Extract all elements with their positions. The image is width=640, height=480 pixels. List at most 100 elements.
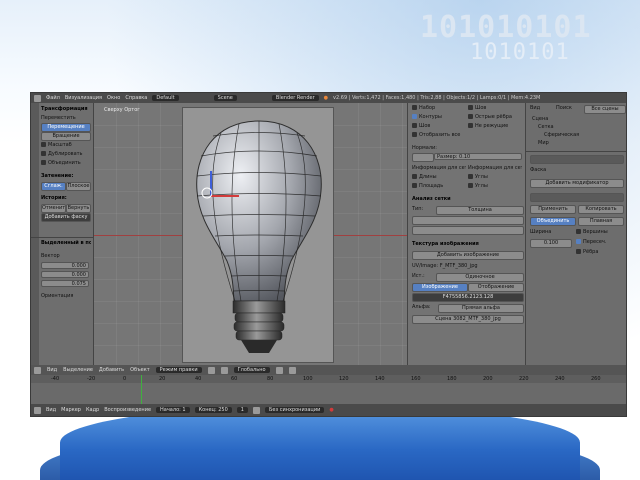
texture-header[interactable]: Текстура изображения [412, 241, 522, 248]
duplicate-row[interactable]: Дублировать [41, 151, 91, 158]
renderer-select[interactable]: Blender Render [271, 95, 319, 101]
outliner-display-select[interactable]: Все сцены [584, 105, 626, 114]
mode-select[interactable]: Плавная [578, 217, 624, 226]
source-select[interactable]: Одиночное [436, 273, 524, 282]
check-row-r3[interactable]: Не режущие [468, 123, 524, 130]
menu-window[interactable]: Окно [107, 95, 120, 101]
layout-select[interactable]: Default [152, 95, 179, 101]
z-value-field[interactable]: 0.075 [41, 280, 89, 287]
menu-file[interactable]: Файл [46, 95, 60, 101]
check-row-2[interactable]: Контуры [412, 114, 464, 121]
analysis-range-slider[interactable] [412, 216, 524, 225]
last-operator-header[interactable]: Выделенный в порядке [41, 240, 91, 247]
menu-select[interactable]: Выделение [63, 367, 93, 373]
width-field[interactable]: 0.100 [530, 239, 572, 248]
lengths-check[interactable]: Длины [412, 174, 464, 181]
check-row-1[interactable]: Набор [412, 105, 464, 112]
tree-world[interactable]: Мир [538, 140, 622, 147]
current-frame-indicator[interactable] [141, 375, 142, 404]
end-frame-field[interactable]: Конец: 250 [194, 407, 232, 413]
tree-sphere[interactable]: Сферическая [544, 132, 622, 139]
edges-option[interactable]: Рёбра [576, 249, 622, 256]
timeline-tick-label: 260 [591, 376, 601, 382]
file-path-field[interactable]: Сцена 3082_MTF_380_jpg [412, 315, 524, 324]
menu-help[interactable]: Справка [125, 95, 147, 101]
tool-translate-button[interactable]: Перемещение [41, 123, 91, 132]
outliner-view-menu[interactable]: Вид [530, 105, 554, 112]
menu-render[interactable]: Визуализация [65, 95, 102, 101]
properties-tabs[interactable] [530, 155, 624, 164]
mapping-tab[interactable]: Отображение [468, 283, 524, 292]
tl-menu-view[interactable]: Вид [46, 407, 56, 413]
add-image-button[interactable]: Добавить изображение [412, 251, 524, 260]
undo-button[interactable]: Отменить [41, 204, 66, 213]
start-frame-field[interactable]: Начало: 1 [156, 407, 190, 413]
add-bevel-button[interactable]: Добавить фаску [41, 213, 91, 222]
tool-shelf-tabs[interactable] [31, 103, 39, 365]
angles-check-2[interactable]: Углы [468, 183, 520, 190]
y-value-field[interactable]: 0.000 [41, 271, 89, 278]
flat-button[interactable]: Плоское [66, 182, 91, 191]
timeline-tick-label: -20 [87, 376, 96, 382]
redo-button[interactable]: Вернуть [66, 204, 91, 213]
timeline-editor-icon[interactable] [34, 406, 41, 414]
check-row-r2[interactable]: Острые рёбра [468, 114, 524, 121]
timeline[interactable]: -40 -20 0 20 40 60 80 100 120 140 160 180 200 220 240 2… [31, 375, 626, 404]
tl-menu-frame[interactable]: Кадр [86, 407, 99, 413]
mode-select-edit[interactable]: Режим правки [155, 367, 202, 373]
area-check[interactable]: Площадь [412, 183, 464, 190]
tl-menu-playback[interactable]: Воспроизведение [104, 407, 151, 413]
scale-checkbox-icon [41, 142, 46, 147]
outliner-search-menu[interactable]: Поиск [556, 105, 580, 112]
file-field[interactable]: F4755856.2123.128 [412, 293, 524, 302]
lightbulb-mesh[interactable] [189, 111, 329, 361]
normal-vertex-button[interactable] [412, 153, 434, 162]
vector-label: Вектор [41, 253, 60, 259]
editor-type-icon[interactable] [34, 94, 41, 102]
orientation-select[interactable]: Глобально [233, 367, 270, 373]
menu-object[interactable]: Объект [130, 367, 150, 373]
tree-scene[interactable]: Сцена [532, 116, 622, 123]
mesh-analysis-header[interactable]: Анализ сетки [412, 196, 522, 203]
smooth-button[interactable]: Сглаж. [41, 182, 66, 191]
scale-row[interactable]: Масштаб [41, 142, 91, 149]
modifier-header[interactable] [530, 193, 624, 202]
apply-button[interactable]: Применить [530, 205, 576, 214]
snap-icon[interactable] [275, 366, 283, 374]
play-icon[interactable] [252, 406, 260, 414]
menu-view[interactable]: Вид [47, 367, 57, 373]
copy-button[interactable]: Копировать [578, 205, 624, 214]
angles-check[interactable]: Углы [468, 174, 520, 181]
menu-add[interactable]: Добавить [99, 367, 124, 373]
tl-menu-marker[interactable]: Маркер [61, 407, 81, 413]
scene-select[interactable]: Scene [213, 95, 237, 101]
current-frame-field[interactable]: 1 [236, 407, 248, 413]
type-select[interactable]: Толщина [436, 206, 524, 215]
analysis-samples-slider[interactable] [412, 226, 524, 235]
check-row-r1[interactable]: Шов [468, 105, 524, 112]
sync-select[interactable]: Без синхронизации [264, 407, 325, 413]
check-row-4[interactable]: Отобразить все [412, 132, 464, 139]
transform-header[interactable]: Трансформация [41, 106, 91, 113]
normal-size-field[interactable]: Размер: 0.10 [434, 153, 522, 160]
record-icon[interactable]: ● [329, 407, 333, 413]
alpha-select[interactable]: Прямая альфа [438, 304, 524, 313]
vertices-option[interactable]: Вершины [576, 229, 622, 236]
check-row-3[interactable]: Шов [412, 123, 464, 130]
tool-rotate-button[interactable]: Вращение [41, 132, 91, 141]
view-editor-icon[interactable] [34, 366, 41, 374]
pivot-icon[interactable] [220, 366, 228, 374]
x-value-field[interactable]: 0.000 [41, 262, 89, 269]
timeline-tick-label: 160 [411, 376, 421, 382]
layers-icon[interactable] [288, 366, 296, 374]
add-modifier-select[interactable]: Добавить модификатор [530, 179, 624, 188]
image-tab[interactable]: Изображение [412, 283, 468, 292]
tree-mesh[interactable]: Сетка [538, 124, 622, 131]
join-row[interactable]: Объединить [41, 160, 91, 167]
timeline-tick-label: 40 [195, 376, 202, 382]
3d-viewport[interactable]: Сверху Ортог [94, 103, 407, 365]
shading-icon[interactable] [207, 366, 215, 374]
intersect-option[interactable]: Пересеч. [576, 239, 622, 246]
scene-info: v2.69 | Verts:1,472 | Faces:1,480 | Tris… [333, 95, 541, 101]
mode-label-button[interactable]: Объединить [530, 217, 576, 226]
